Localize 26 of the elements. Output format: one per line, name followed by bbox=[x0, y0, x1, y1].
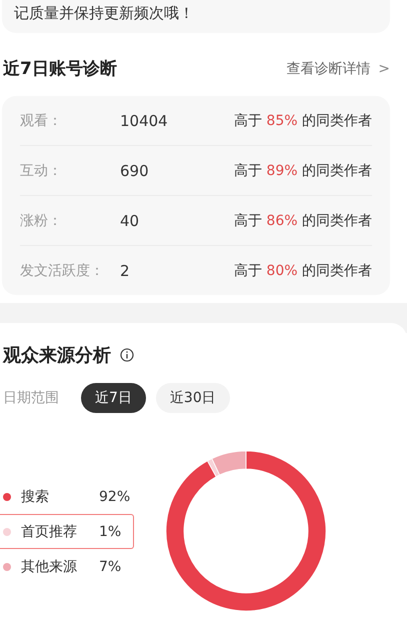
metric-value: 40 bbox=[120, 212, 140, 230]
details-link[interactable]: 查看诊断详情 > bbox=[286, 60, 390, 78]
date-range-label: 日期范围 bbox=[3, 389, 59, 407]
range-tab[interactable]: 近30日 bbox=[156, 383, 230, 413]
notice-text: 记质量并保持更新频次哦！ bbox=[14, 4, 194, 22]
legend-value: 1% bbox=[99, 522, 122, 540]
legend-label: 搜索 bbox=[21, 488, 50, 506]
metric-value: 690 bbox=[120, 162, 150, 180]
legend-label: 其他来源 bbox=[21, 558, 78, 576]
metric-label: 涨粉： bbox=[20, 212, 63, 230]
range-tab[interactable]: 近7日 bbox=[81, 383, 146, 413]
legend-label: 首页推荐 bbox=[21, 522, 78, 540]
legend-value: 92% bbox=[99, 488, 132, 506]
metric-label: 互动： bbox=[20, 162, 63, 180]
comparison-text: 高于 80% 的同类作者 bbox=[234, 262, 372, 280]
metric-label: 观看： bbox=[20, 112, 63, 130]
comparison-text: 高于 89% 的同类作者 bbox=[234, 162, 372, 180]
comparison-text: 高于 86% 的同类作者 bbox=[234, 212, 372, 230]
section-title: 观众来源分析 bbox=[3, 344, 111, 367]
legend-value: 7% bbox=[99, 558, 122, 576]
metric-value: 10404 bbox=[120, 112, 169, 130]
section-title: 近7日账号诊断 bbox=[3, 58, 117, 80]
info-icon[interactable] bbox=[120, 348, 134, 362]
metric-value: 2 bbox=[120, 262, 131, 280]
comparison-text: 高于 85% 的同类作者 bbox=[234, 112, 372, 130]
metric-label: 发文活跃度： bbox=[20, 262, 105, 280]
